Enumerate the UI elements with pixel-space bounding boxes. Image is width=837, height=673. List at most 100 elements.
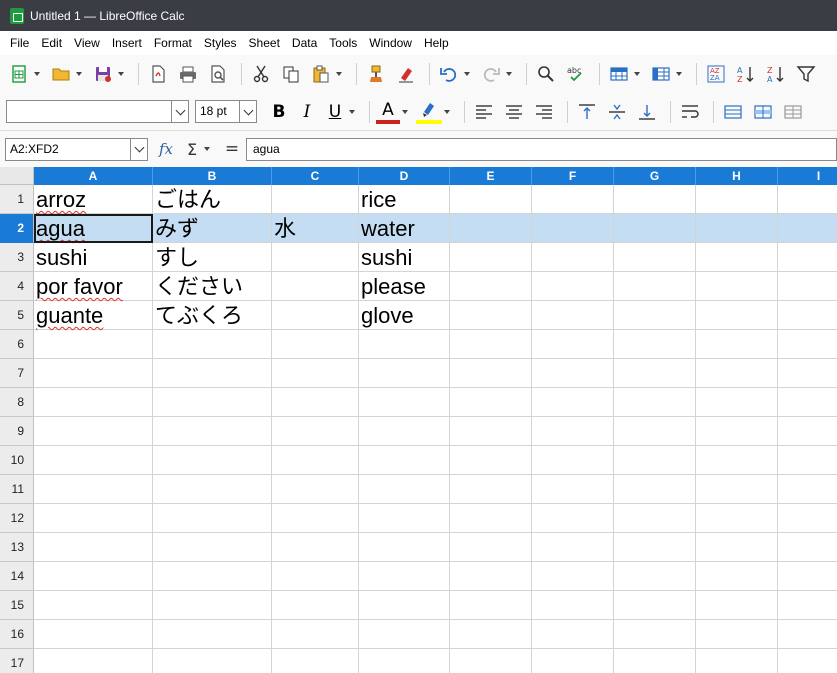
cell-c6[interactable] (272, 330, 359, 359)
cell-a8[interactable] (34, 388, 153, 417)
cell-c13[interactable] (272, 533, 359, 562)
redo-dropdown[interactable] (504, 61, 514, 87)
new-dropdown[interactable] (32, 61, 42, 87)
save-dropdown[interactable] (116, 61, 126, 87)
cell-i7[interactable] (778, 359, 837, 388)
row-header[interactable]: 6 (0, 330, 34, 359)
paste-icon[interactable] (308, 61, 334, 87)
row-header[interactable]: 2 (0, 214, 34, 243)
cell-e6[interactable] (450, 330, 532, 359)
cell-d15[interactable] (359, 591, 450, 620)
name-box[interactable]: A2:XFD2 (5, 137, 148, 161)
cell-i17[interactable] (778, 649, 837, 673)
cell-d13[interactable] (359, 533, 450, 562)
print-icon[interactable] (175, 61, 201, 87)
cell-d17[interactable] (359, 649, 450, 673)
cell-h16[interactable] (696, 620, 778, 649)
delete-rows-icon[interactable] (780, 99, 806, 125)
cell-i4[interactable] (778, 272, 837, 301)
font-name-dropdown-icon[interactable] (171, 101, 188, 122)
cell-g1[interactable] (614, 185, 696, 214)
copy-icon[interactable] (278, 61, 304, 87)
cell-a12[interactable] (34, 504, 153, 533)
cell-c14[interactable] (272, 562, 359, 591)
row-icon[interactable] (606, 61, 632, 87)
column-header-c[interactable]: C (272, 167, 359, 185)
cell-f1[interactable] (532, 185, 614, 214)
menu-data[interactable]: Data (286, 31, 323, 55)
open-dropdown[interactable] (74, 61, 84, 87)
cell-i3[interactable] (778, 243, 837, 272)
cell-g13[interactable] (614, 533, 696, 562)
print-preview-icon[interactable] (205, 61, 231, 87)
cell-h13[interactable] (696, 533, 778, 562)
cell-d11[interactable] (359, 475, 450, 504)
cell-b9[interactable] (153, 417, 272, 446)
cell-g8[interactable] (614, 388, 696, 417)
sort-descending-icon[interactable]: ZA (763, 61, 789, 87)
row-header[interactable]: 3 (0, 243, 34, 272)
cell-c2[interactable]: 水 (272, 214, 359, 243)
undo-icon[interactable] (436, 61, 462, 87)
cell-g2[interactable] (614, 214, 696, 243)
cell-f9[interactable] (532, 417, 614, 446)
autofilter-icon[interactable] (793, 61, 819, 87)
cell-h3[interactable] (696, 243, 778, 272)
cell-f12[interactable] (532, 504, 614, 533)
sum-icon[interactable]: Σ (184, 140, 200, 159)
cell-e7[interactable] (450, 359, 532, 388)
align-right-icon[interactable] (531, 99, 557, 125)
column-dropdown[interactable] (674, 61, 684, 87)
row-header[interactable]: 4 (0, 272, 34, 301)
cell-h1[interactable] (696, 185, 778, 214)
column-icon[interactable] (648, 61, 674, 87)
find-replace-icon[interactable] (533, 61, 559, 87)
name-box-dropdown-icon[interactable] (130, 138, 147, 160)
cell-h10[interactable] (696, 446, 778, 475)
save-icon[interactable] (90, 61, 116, 87)
cell-i8[interactable] (778, 388, 837, 417)
row-header[interactable]: 7 (0, 359, 34, 388)
cell-c5[interactable] (272, 301, 359, 330)
cell-h6[interactable] (696, 330, 778, 359)
cell-a6[interactable] (34, 330, 153, 359)
merge-cells-icon[interactable] (720, 99, 746, 125)
font-size-dropdown-icon[interactable] (239, 101, 256, 122)
undo-dropdown[interactable] (462, 61, 472, 87)
cell-c15[interactable] (272, 591, 359, 620)
row-header[interactable]: 12 (0, 504, 34, 533)
cell-g6[interactable] (614, 330, 696, 359)
column-header-i[interactable]: I (778, 167, 837, 185)
highlight-color-icon[interactable] (416, 100, 442, 124)
cell-f17[interactable] (532, 649, 614, 673)
column-header-f[interactable]: F (532, 167, 614, 185)
column-header-h[interactable]: H (696, 167, 778, 185)
align-middle-icon[interactable] (604, 99, 630, 125)
cell-a13[interactable] (34, 533, 153, 562)
sum-dropdown[interactable] (202, 136, 212, 162)
italic-button[interactable]: I (295, 99, 319, 125)
cell-a11[interactable] (34, 475, 153, 504)
cell-e13[interactable] (450, 533, 532, 562)
cell-d12[interactable] (359, 504, 450, 533)
new-spreadsheet-icon[interactable] (6, 61, 32, 87)
underline-dropdown[interactable] (347, 99, 357, 125)
menu-window[interactable]: Window (363, 31, 418, 55)
cell-e9[interactable] (450, 417, 532, 446)
cell-g16[interactable] (614, 620, 696, 649)
cell-e11[interactable] (450, 475, 532, 504)
align-left-icon[interactable] (471, 99, 497, 125)
cell-c11[interactable] (272, 475, 359, 504)
row-header[interactable]: 17 (0, 649, 34, 673)
column-header-a[interactable]: A (34, 167, 153, 185)
cell-g5[interactable] (614, 301, 696, 330)
row-header[interactable]: 11 (0, 475, 34, 504)
cell-b6[interactable] (153, 330, 272, 359)
cell-d9[interactable] (359, 417, 450, 446)
cell-g14[interactable] (614, 562, 696, 591)
cell-b1[interactable]: ごはん (153, 185, 272, 214)
cell-b11[interactable] (153, 475, 272, 504)
row-header[interactable]: 5 (0, 301, 34, 330)
menu-edit[interactable]: Edit (35, 31, 68, 55)
cell-b7[interactable] (153, 359, 272, 388)
